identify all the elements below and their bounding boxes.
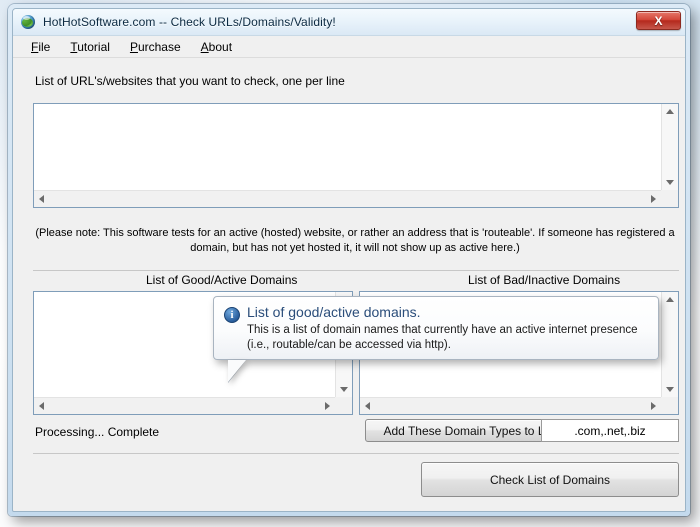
menu-bar: File Tutorial Purchase About — [13, 36, 685, 58]
scrollbar-corner — [335, 397, 352, 414]
domain-types-value: .com,.net,.biz — [574, 423, 646, 438]
bad-list-label: List of Bad/Inactive Domains — [468, 273, 621, 287]
scroll-left-icon[interactable] — [39, 195, 44, 203]
globe-icon — [20, 14, 36, 30]
window-inner: HotHotSoftware.com -- Check URLs/Domains… — [12, 8, 686, 512]
divider-lower — [33, 453, 679, 454]
url-list-horizontal-scrollbar[interactable] — [34, 190, 661, 207]
window-title: HotHotSoftware.com -- Check URLs/Domains… — [43, 15, 336, 29]
scroll-right-icon[interactable] — [651, 402, 656, 410]
scrollbar-corner — [661, 397, 678, 414]
scroll-down-icon[interactable] — [666, 180, 674, 185]
client-area: List of URL's/websites that you want to … — [13, 58, 685, 510]
info-icon: i — [224, 307, 240, 323]
url-list-vertical-scrollbar[interactable] — [661, 104, 678, 190]
menu-item-file[interactable]: File — [23, 38, 62, 56]
tooltip-body-line-1: This is a list of domain names that curr… — [247, 324, 638, 336]
url-list-label: List of URL's/websites that you want to … — [35, 74, 345, 88]
scroll-left-icon[interactable] — [39, 402, 44, 410]
url-list-input[interactable] — [34, 104, 661, 190]
url-list-textbox[interactable] — [33, 103, 679, 208]
application-window: HotHotSoftware.com -- Check URLs/Domains… — [8, 4, 690, 516]
note-line-2: domain, but has not yet hosted it, it wi… — [190, 242, 520, 254]
tooltip-balloon: i List of good/active domains. This is a… — [213, 296, 659, 383]
status-text: Processing... Complete — [35, 425, 160, 439]
tooltip-title: List of good/active domains. — [247, 304, 421, 320]
domain-types-field[interactable]: .com,.net,.biz — [541, 419, 679, 442]
check-list-of-domains-button[interactable]: Check List of Domains — [421, 462, 679, 497]
divider-upper — [33, 270, 679, 271]
tooltip-body: This is a list of domain names that curr… — [247, 323, 648, 353]
scroll-left-icon[interactable] — [365, 402, 370, 410]
good-list-label: List of Good/Active Domains — [146, 273, 298, 287]
scroll-up-icon[interactable] — [666, 109, 674, 114]
tooltip-body-line-2: (i.e., routable/can be accessed via http… — [247, 339, 451, 351]
menu-item-about[interactable]: About — [193, 38, 244, 56]
check-button-label: Check List of Domains — [489, 472, 611, 487]
title-bar: HotHotSoftware.com -- Check URLs/Domains… — [13, 9, 685, 36]
scroll-down-icon[interactable] — [666, 387, 674, 392]
tooltip-header: i List of good/active domains. — [224, 304, 648, 323]
scroll-down-icon[interactable] — [340, 387, 348, 392]
scroll-right-icon[interactable] — [651, 195, 656, 203]
bad-list-horizontal-scrollbar[interactable] — [360, 397, 661, 414]
scroll-up-icon[interactable] — [666, 297, 674, 302]
bad-list-vertical-scrollbar[interactable] — [661, 292, 678, 397]
scroll-right-icon[interactable] — [325, 402, 330, 410]
menu-item-purchase[interactable]: Purchase — [122, 38, 193, 56]
good-list-horizontal-scrollbar[interactable] — [34, 397, 335, 414]
menu-item-tutorial[interactable]: Tutorial — [62, 38, 122, 56]
add-domain-types-label: Add These Domain Types to List — [383, 423, 557, 438]
note-line-1: (Please note: This software tests for an… — [35, 227, 675, 239]
scrollbar-corner — [661, 190, 678, 207]
tooltip-tail — [228, 360, 246, 382]
close-icon: X — [654, 13, 663, 28]
note-text: (Please note: This software tests for an… — [35, 226, 675, 256]
close-button[interactable]: X — [636, 11, 681, 30]
